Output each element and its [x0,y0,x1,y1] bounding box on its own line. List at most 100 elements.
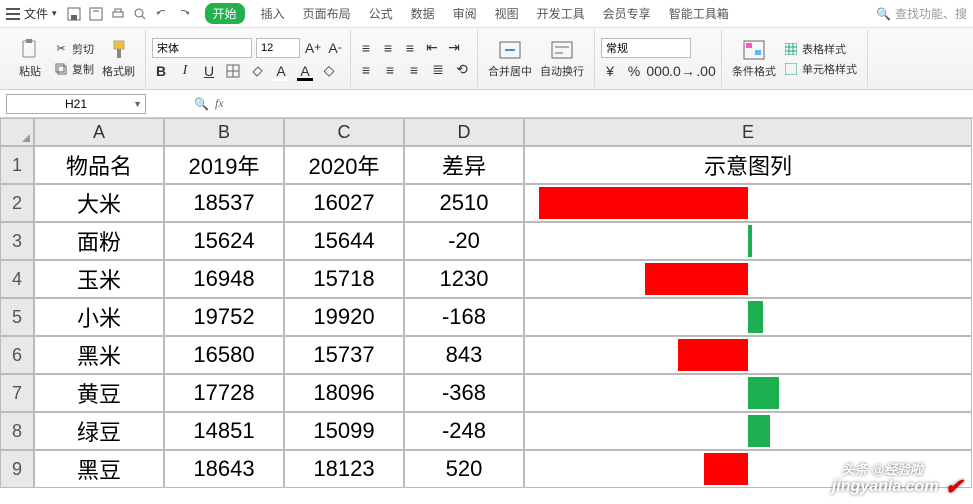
search-box[interactable]: 🔍 查找功能、搜 [876,5,967,22]
cell-bar[interactable] [524,184,972,222]
menu-icon[interactable] [6,8,20,20]
cell[interactable]: 15624 [164,222,284,260]
tab-member[interactable]: 会员专享 [601,3,653,24]
tab-insert[interactable]: 插入 [259,3,287,24]
cell[interactable]: 16580 [164,336,284,374]
cell[interactable]: 小米 [34,298,164,336]
thousands-icon[interactable]: 000 [649,62,667,80]
cell-bar[interactable] [524,298,972,336]
number-format-select[interactable] [601,38,691,58]
cell[interactable]: 玉米 [34,260,164,298]
row-header[interactable]: 2 [0,184,34,222]
align-middle-icon[interactable]: ≡ [379,39,397,57]
cell[interactable]: 18096 [284,374,404,412]
percent-icon[interactable]: % [625,62,643,80]
bold-button[interactable]: B [152,62,170,80]
cell[interactable]: -368 [404,374,524,412]
highlight-color-button[interactable]: A [272,62,290,80]
undo-icon[interactable] [155,7,169,21]
col-header-a[interactable]: A [34,118,164,146]
cell[interactable]: 16948 [164,260,284,298]
conditional-format-button[interactable]: 条件格式 [728,32,780,85]
print-icon[interactable] [111,7,125,21]
cell-bar[interactable] [524,260,972,298]
cell[interactable]: 大米 [34,184,164,222]
row-header[interactable]: 4 [0,260,34,298]
cell[interactable]: 2510 [404,184,524,222]
function-search-icon[interactable]: 🔍 [194,97,209,111]
font-size-select[interactable] [256,38,300,58]
increase-font-icon[interactable]: A+ [304,39,322,57]
currency-icon[interactable]: ¥ [601,62,619,80]
row-header[interactable]: 9 [0,450,34,488]
cell[interactable]: -168 [404,298,524,336]
tab-data[interactable]: 数据 [409,3,437,24]
underline-button[interactable]: U [200,62,218,80]
cell[interactable]: 面粉 [34,222,164,260]
cell-c1[interactable]: 2020年 [284,146,404,184]
cell[interactable]: 黄豆 [34,374,164,412]
justify-icon[interactable]: ≣ [429,61,447,79]
namebox-dropdown-icon[interactable]: ▼ [133,99,142,109]
file-dropdown-icon[interactable]: ▾ [52,8,57,19]
cell-b1[interactable]: 2019年 [164,146,284,184]
row-header-1[interactable]: 1 [0,146,34,184]
save-icon[interactable] [67,7,81,21]
indent-increase-icon[interactable]: ⇥ [445,39,463,57]
decrease-font-icon[interactable]: A- [326,39,344,57]
clear-format-button[interactable]: ◇ [320,62,338,80]
tab-formulas[interactable]: 公式 [367,3,395,24]
font-color-button[interactable]: A [296,62,314,80]
font-name-select[interactable] [152,38,252,58]
cell[interactable]: 1230 [404,260,524,298]
indent-decrease-icon[interactable]: ⇤ [423,39,441,57]
italic-button[interactable]: I [176,62,194,80]
cell[interactable]: 14851 [164,412,284,450]
cell[interactable]: 19920 [284,298,404,336]
cell-e1[interactable]: 示意图列 [524,146,972,184]
cell[interactable]: 15737 [284,336,404,374]
cell[interactable]: 16027 [284,184,404,222]
cell[interactable]: 15644 [284,222,404,260]
cell[interactable]: 黑米 [34,336,164,374]
copy-button[interactable]: 复制 [54,61,94,77]
redo-icon[interactable] [177,7,191,21]
file-menu[interactable]: 文件 [24,5,48,22]
cell[interactable]: 黑豆 [34,450,164,488]
fill-color-button[interactable] [248,62,266,80]
fx-icon[interactable]: fx [215,96,224,111]
tab-view[interactable]: 视图 [493,3,521,24]
print-preview-icon[interactable] [133,7,147,21]
cell[interactable]: 15718 [284,260,404,298]
tab-start[interactable]: 开始 [205,3,245,24]
paste-button[interactable]: 粘贴 [10,32,50,85]
tab-page-layout[interactable]: 页面布局 [301,3,353,24]
decrease-decimal-icon[interactable]: .00 [697,62,715,80]
row-header[interactable]: 7 [0,374,34,412]
orientation-icon[interactable]: ⟲ [453,61,471,79]
cell[interactable]: 15099 [284,412,404,450]
cell[interactable]: 17728 [164,374,284,412]
col-header-c[interactable]: C [284,118,404,146]
cell-bar[interactable] [524,222,972,260]
cell[interactable]: 18643 [164,450,284,488]
cell[interactable]: -248 [404,412,524,450]
cell[interactable]: 绿豆 [34,412,164,450]
cell-bar[interactable] [524,336,972,374]
name-box[interactable]: H21 ▼ [6,94,146,114]
col-header-e[interactable]: E [524,118,972,146]
cell[interactable]: 19752 [164,298,284,336]
border-button[interactable] [224,62,242,80]
cell-bar[interactable] [524,412,972,450]
cell-d1[interactable]: 差异 [404,146,524,184]
col-header-b[interactable]: B [164,118,284,146]
cut-button[interactable]: ✂剪切 [54,41,94,57]
cell-a1[interactable]: 物品名 [34,146,164,184]
row-header[interactable]: 3 [0,222,34,260]
row-header[interactable]: 6 [0,336,34,374]
row-header[interactable]: 8 [0,412,34,450]
cell-style-button[interactable]: 单元格样式 [784,61,857,77]
tab-developer[interactable]: 开发工具 [535,3,587,24]
row-header[interactable]: 5 [0,298,34,336]
align-top-icon[interactable]: ≡ [357,39,375,57]
